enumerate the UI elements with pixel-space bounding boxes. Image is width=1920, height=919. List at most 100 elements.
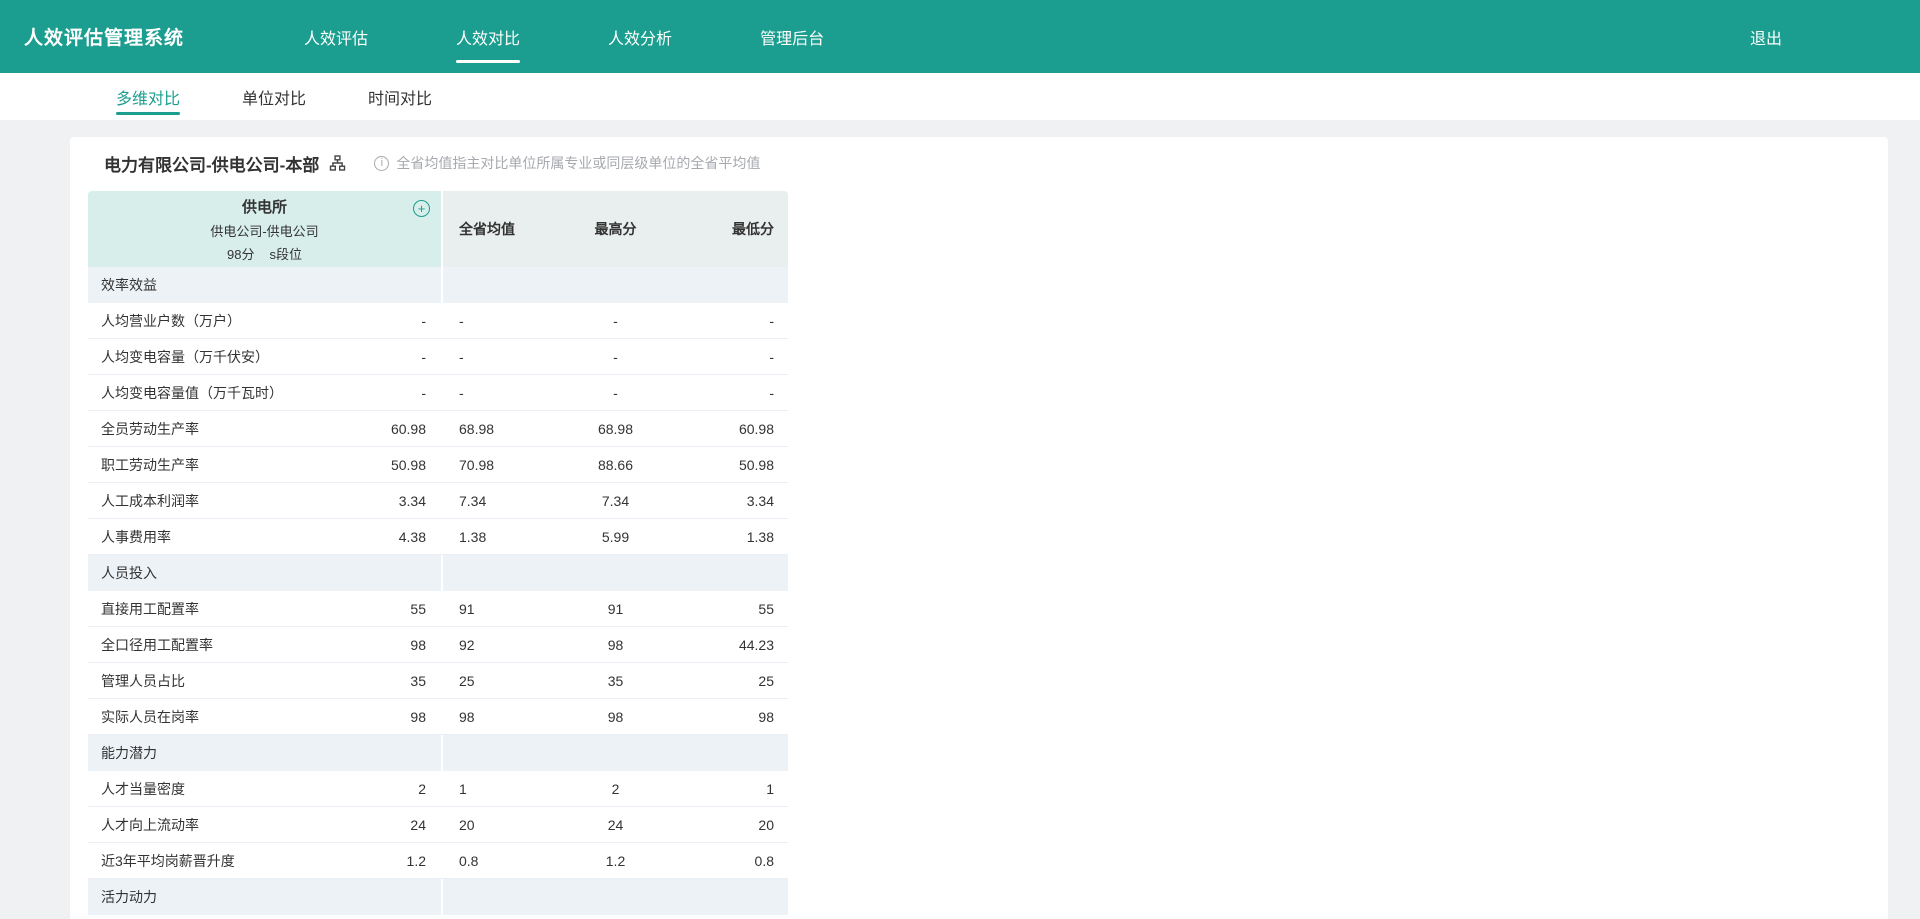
top-nav: 人效评估 人效对比 人效分析 管理后台 [260,0,868,73]
metric-min-score: 0.8 [754,852,774,869]
section-title: 效率效益 [88,267,441,303]
metric-label: 人均变电容量值（万千瓦时） [101,384,283,401]
metric-label: 管理人员占比 [101,672,185,689]
metric-row: 人均变电容量值（万千瓦时） - - - - [88,375,788,411]
unit-header-cell: + 供电所 供电公司-供电公司 98分 s段位 [88,191,441,267]
metric-main-cell: 全口径用工配置率 98 [88,627,441,662]
metric-unit-value: - [421,312,426,329]
metric-province-avg: 1 [459,780,467,797]
metric-province-avg: - [459,312,464,329]
metric-max-score: 35 [607,672,624,689]
section-row: 人员投入 [88,555,788,591]
metric-row: 全口径用工配置率 98 92 98 44.23 [88,627,788,663]
metric-label: 人工成本利润率 [101,492,199,509]
metric-max-score: 2 [611,780,620,797]
tab-multi-dimension[interactable]: 多维对比 [116,73,181,120]
metric-min-score: - [769,384,774,401]
metric-province-avg: 1.38 [459,528,487,545]
metric-max-score: 7.34 [601,492,630,509]
metric-label: 职工劳动生产率 [101,456,199,473]
metric-province-avg: 70.98 [459,456,495,473]
comparison-card: 电力有限公司-供电公司-本部 i 全省均值指主对比单位所属专业或同层级单位的全省… [70,137,1888,919]
metric-max-score: - [613,348,618,365]
metric-unit-value: 98 [410,636,426,653]
metric-min-score: 50.98 [738,456,774,473]
metric-row: 人均营业户数（万户） - - - - [88,303,788,339]
section-row: 效率效益 [88,267,788,303]
metric-main-cell: 人事费用率 4.38 [88,519,441,554]
metric-main-cell: 人均变电容量（万千伏安） - [88,339,441,374]
info-icon: i [374,155,390,171]
org-structure-icon[interactable] [329,155,346,171]
metric-main-cell: 全员劳动生产率 60.98 [88,411,441,446]
metric-province-avg: 68.98 [459,420,495,437]
metric-row: 人工成本利润率 3.34 7.34 7.34 3.34 [88,483,788,519]
metric-row: 近3年平均岗薪晋升度 1.2 0.8 1.2 0.8 [88,843,788,879]
add-unit-icon[interactable]: + [413,200,430,217]
col-header-province-avg: 全省均值 [459,221,515,237]
content-area: 电力有限公司-供电公司-本部 i 全省均值指主对比单位所属专业或同层级单位的全省… [0,120,1920,919]
nav-item-admin[interactable]: 管理后台 [716,0,868,73]
metric-max-score: - [613,312,618,329]
metric-max-score: 24 [607,816,624,833]
app-title: 人效评估管理系统 [24,28,185,49]
unit-grade: s段位 [269,246,302,262]
metric-province-avg: 98 [459,708,475,725]
metric-min-score: 1 [766,780,774,797]
metric-min-score: 1.38 [746,528,774,545]
province-average-hint: i 全省均值指主对比单位所属专业或同层级单位的全省平均值 [374,153,760,173]
metric-row: 管理人员占比 35 25 35 25 [88,663,788,699]
metric-label: 实际人员在岗率 [101,708,199,725]
metric-province-avg: 20 [459,816,475,833]
metric-unit-value: 24 [410,816,426,833]
metric-province-avg: 25 [459,672,475,689]
unit-name: 供电所 [241,198,287,216]
nav-item-evaluation[interactable]: 人效评估 [260,0,412,73]
metric-province-avg: 7.34 [459,492,487,509]
section-title: 活力动力 [88,879,441,915]
metric-unit-value: 50.98 [390,456,426,473]
value-headers: 全省均值 最高分 最低分 [443,191,788,267]
section-values-fill [443,267,788,303]
metric-main-cell: 实际人员在岗率 98 [88,699,441,734]
metric-main-cell: 人才向上流动率 24 [88,807,441,842]
unit-score: 98分 [227,246,255,262]
metric-row: 直接用工配置率 55 91 91 55 [88,591,788,627]
metric-min-score: 25 [758,672,774,689]
metric-province-avg: - [459,384,464,401]
metric-min-score: 98 [758,708,774,725]
metric-label: 近3年平均岗薪晋升度 [101,852,235,869]
metric-label: 全口径用工配置率 [101,636,213,653]
metric-row: 人事费用率 4.38 1.38 5.99 1.38 [88,519,788,555]
nav-item-analysis[interactable]: 人效分析 [564,0,716,73]
tab-unit-comparison[interactable]: 单位对比 [242,73,306,120]
unit-title: 电力有限公司-供电公司-本部 [104,155,320,175]
logout-button[interactable]: 退出 [1750,25,1782,49]
metric-main-cell: 人工成本利润率 3.34 [88,483,441,518]
metric-min-score: 44.23 [738,636,774,653]
metric-row: 人才向上流动率 24 20 24 20 [88,807,788,843]
metric-province-avg: - [459,348,464,365]
top-bar: 人效评估管理系统 人效评估 人效对比 人效分析 管理后台 退出 [0,0,1920,73]
metric-row: 人均变电容量（万千伏安） - - - - [88,339,788,375]
section-title: 能力潜力 [88,735,441,771]
metric-unit-value: 55 [410,600,426,617]
metric-unit-value: 60.98 [390,420,426,437]
section-row: 活力动力 [88,879,788,915]
metric-label: 人均变电容量（万千伏安） [101,348,269,365]
metric-main-cell: 管理人员占比 35 [88,663,441,698]
metric-label: 全员劳动生产率 [101,420,199,437]
metric-unit-value: 2 [418,780,426,797]
metric-main-cell: 直接用工配置率 55 [88,591,441,626]
comparison-table: + 供电所 供电公司-供电公司 98分 s段位 全省均值 最高分 最低分 效率效… [88,191,788,915]
metric-max-score: 1.2 [605,852,626,869]
metric-min-score: - [769,348,774,365]
section-title: 人员投入 [88,555,441,591]
tab-time-comparison[interactable]: 时间对比 [368,73,432,120]
metric-province-avg: 91 [459,600,475,617]
metric-unit-value: 3.34 [398,492,426,509]
metric-main-cell: 人才当量密度 2 [88,771,441,806]
col-header-min-score: 最低分 [732,221,774,237]
metric-max-score: 98 [607,708,624,725]
nav-item-comparison[interactable]: 人效对比 [412,0,564,73]
